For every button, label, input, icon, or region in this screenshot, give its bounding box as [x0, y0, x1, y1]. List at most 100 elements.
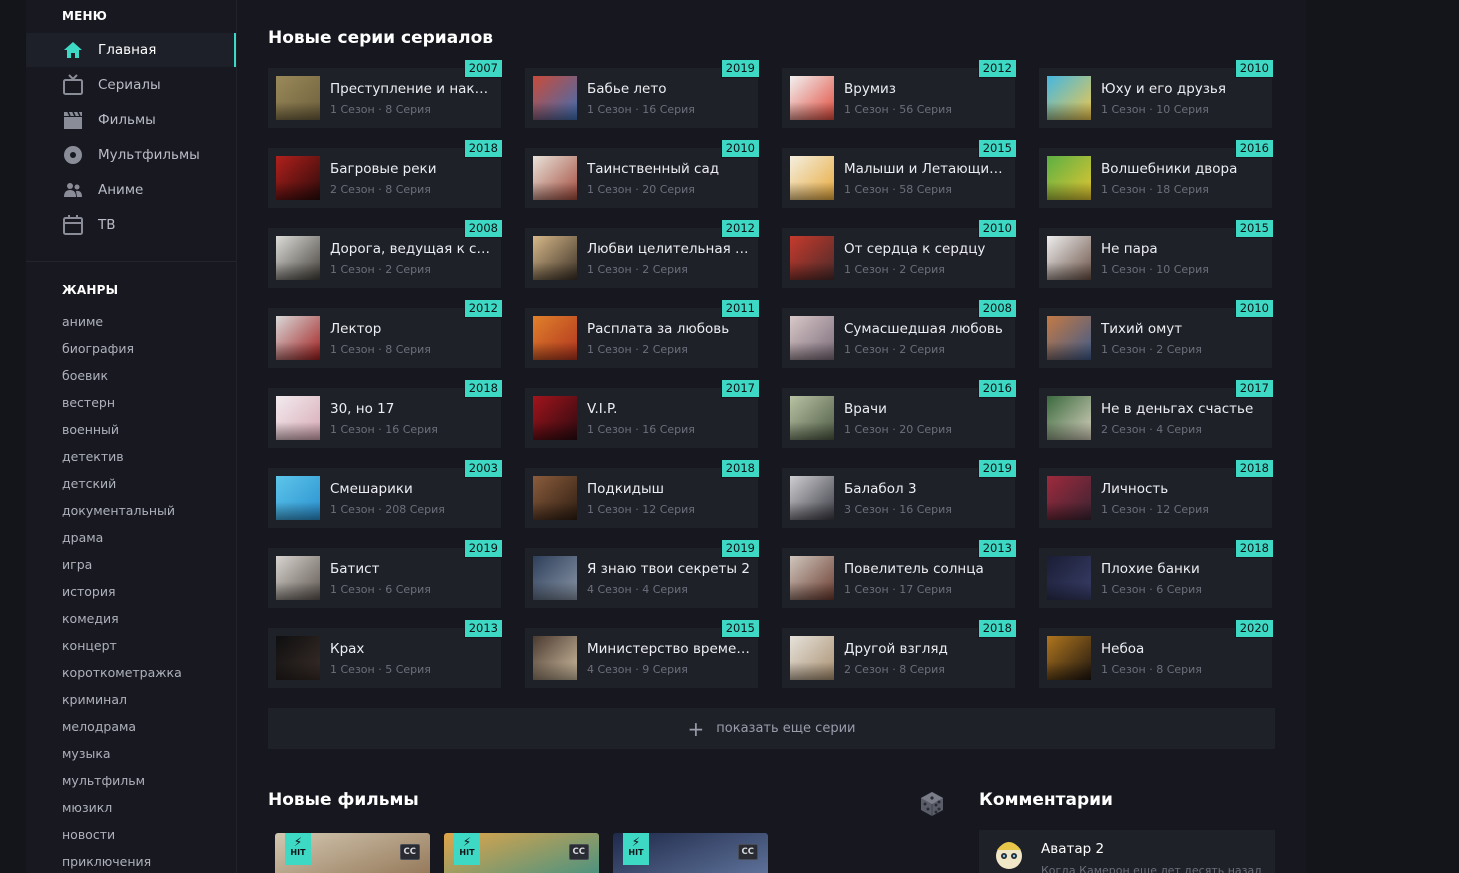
- dice-icon[interactable]: [918, 790, 946, 818]
- series-card[interactable]: Расплата за любовь 1 Сезон · 2 Серия 2011: [525, 299, 760, 368]
- menu-item-4[interactable]: Аниме: [26, 173, 236, 207]
- year-badge: 2016: [977, 379, 1017, 398]
- genres-title: ЖАНРЫ: [62, 283, 119, 297]
- year-badge: 2007: [463, 59, 503, 78]
- series-card[interactable]: Подкидыш 1 Сезон · 12 Серия 2018: [525, 459, 760, 528]
- series-card[interactable]: Батист 1 Сезон · 6 Серия 2019: [268, 539, 503, 608]
- genre-link[interactable]: драма: [26, 524, 236, 551]
- series-card[interactable]: Крах 1 Сезон · 5 Серия 2013: [268, 619, 503, 688]
- show-more-button[interactable]: + показать еще серии: [268, 708, 1275, 749]
- year-badge: 2018: [463, 139, 503, 158]
- genre-link[interactable]: детектив: [26, 443, 236, 470]
- series-card[interactable]: Повелитель солнца 1 Сезон · 17 Серия 2013: [782, 539, 1017, 608]
- series-card[interactable]: Другой взгляд 2 Сезон · 8 Серия 2018: [782, 619, 1017, 688]
- series-card[interactable]: Юху и его друзья 1 Сезон · 10 Серия 2010: [1039, 59, 1274, 128]
- year-badge: 2010: [977, 219, 1017, 238]
- genre-link[interactable]: детский: [26, 470, 236, 497]
- series-card[interactable]: Любви целительная си… 1 Сезон · 2 Серия 20…: [525, 219, 760, 288]
- series-card[interactable]: Тихий омут 1 Сезон · 2 Серия 2010: [1039, 299, 1274, 368]
- year-badge: 2010: [1234, 299, 1274, 318]
- menu-item-2[interactable]: Фильмы: [26, 103, 236, 137]
- series-card[interactable]: Небоа 1 Сезон · 8 Серия 2020: [1039, 619, 1274, 688]
- series-card[interactable]: Дорога, ведущая к сча… 1 Сезон · 2 Серия 2…: [268, 219, 503, 288]
- series-card[interactable]: V.I.P. 1 Сезон · 16 Серия 2017: [525, 379, 760, 448]
- series-title: Таинственный сад: [587, 160, 720, 177]
- genre-link[interactable]: военный: [26, 416, 236, 443]
- genre-link[interactable]: мультфильм: [26, 767, 236, 794]
- series-title: Батист: [330, 560, 380, 577]
- series-episode-info: 1 Сезон · 2 Серия: [844, 342, 945, 356]
- series-card[interactable]: Плохие банки 1 Сезон · 6 Серия 2018: [1039, 539, 1274, 608]
- series-card[interactable]: Врачи 1 Сезон · 20 Серия 2016: [782, 379, 1017, 448]
- series-grid: Преступление и наказ… 1 Сезон · 8 Серия 20…: [268, 59, 1274, 688]
- hit-badge: ⚡ HIT: [623, 833, 649, 865]
- comment-card[interactable]: Аватар 2 Когда Камерон еще лет десять на…: [979, 830, 1275, 873]
- genres-list: аниме биография боевик вестерн военный детект…: [26, 308, 236, 873]
- genre-link[interactable]: приключения: [26, 848, 236, 873]
- genre-link[interactable]: мюзикл: [26, 794, 236, 821]
- home-icon: [62, 39, 84, 61]
- genre-link[interactable]: музыка: [26, 740, 236, 767]
- genre-link[interactable]: боевик: [26, 362, 236, 389]
- genre-link[interactable]: короткометражка: [26, 659, 236, 686]
- menu-item-label: Сериалы: [98, 77, 161, 93]
- series-thumbnail: [276, 236, 320, 280]
- lightning-icon: ⚡: [631, 835, 641, 849]
- genre-link[interactable]: концерт: [26, 632, 236, 659]
- series-thumbnail: [276, 476, 320, 520]
- series-card[interactable]: Личность 1 Сезон · 12 Серия 2018: [1039, 459, 1274, 528]
- series-card[interactable]: Багровые реки 2 Сезон · 8 Серия 2018: [268, 139, 503, 208]
- series-episode-info: 1 Сезон · 56 Серия: [844, 102, 952, 116]
- series-card[interactable]: Лектор 1 Сезон · 8 Серия 2012: [268, 299, 503, 368]
- series-card[interactable]: Смешарики 1 Сезон · 208 Серия 2003: [268, 459, 503, 528]
- menu-item-3[interactable]: Мультфильмы: [26, 138, 236, 172]
- film-poster[interactable]: ⚡ HIT CC: [613, 833, 768, 873]
- genre-link[interactable]: мелодрама: [26, 713, 236, 740]
- genre-link[interactable]: документальный: [26, 497, 236, 524]
- series-card[interactable]: Бабье лето 1 Сезон · 16 Серия 2019: [525, 59, 760, 128]
- series-card[interactable]: Таинственный сад 1 Сезон · 20 Серия 2010: [525, 139, 760, 208]
- series-title: Багровые реки: [330, 160, 437, 177]
- series-card[interactable]: Волшебники двора 1 Сезон · 18 Серия 2016: [1039, 139, 1274, 208]
- series-episode-info: 3 Сезон · 16 Серия: [844, 502, 952, 516]
- menu-item-1[interactable]: Сериалы: [26, 68, 236, 102]
- series-thumbnail: [533, 636, 577, 680]
- genre-link[interactable]: криминал: [26, 686, 236, 713]
- genre-link[interactable]: игра: [26, 551, 236, 578]
- film-poster[interactable]: ⚡ HIT CC: [275, 833, 430, 873]
- genre-link[interactable]: новости: [26, 821, 236, 848]
- menu-item-5[interactable]: ТВ: [26, 208, 236, 242]
- film-poster[interactable]: ⚡ HIT CC: [444, 833, 599, 873]
- series-thumbnail: [1047, 236, 1091, 280]
- genre-link[interactable]: биография: [26, 335, 236, 362]
- series-card[interactable]: Министерство времени 4 Сезон · 9 Серия 201…: [525, 619, 760, 688]
- menu: Главная Сериалы Фильмы Мультфильмы Аниме ТВ: [26, 33, 236, 242]
- people-icon: [62, 179, 84, 201]
- genre-link[interactable]: аниме: [26, 308, 236, 335]
- series-card[interactable]: Я знаю твои секреты 2 4 Сезон · 4 Серия 20…: [525, 539, 760, 608]
- series-thumbnail: [533, 556, 577, 600]
- genre-link[interactable]: вестерн: [26, 389, 236, 416]
- series-card[interactable]: Врумиз 1 Сезон · 56 Серия 2012: [782, 59, 1017, 128]
- menu-item-label: Фильмы: [98, 112, 156, 128]
- year-badge: 2016: [1234, 139, 1274, 158]
- year-badge: 2011: [720, 299, 760, 318]
- series-card[interactable]: Преступление и наказ… 1 Сезон · 8 Серия 20…: [268, 59, 503, 128]
- series-card[interactable]: Малыши и Летающие … 1 Сезон · 58 Серия 201…: [782, 139, 1017, 208]
- series-episode-info: 4 Сезон · 9 Серия: [587, 662, 688, 676]
- series-title: Я знаю твои секреты 2: [587, 560, 750, 577]
- genre-link[interactable]: история: [26, 578, 236, 605]
- series-card[interactable]: Не пара 1 Сезон · 10 Серия 2015: [1039, 219, 1274, 288]
- series-episode-info: 1 Сезон · 2 Серия: [587, 262, 688, 276]
- series-card[interactable]: Не в деньгах счастье 2 Сезон · 4 Серия 201…: [1039, 379, 1274, 448]
- series-card[interactable]: Балабол 3 3 Сезон · 16 Серия 2019: [782, 459, 1017, 528]
- series-title: Плохие банки: [1101, 560, 1200, 577]
- cc-badge: CC: [399, 844, 420, 860]
- series-card[interactable]: От сердца к сердцу 1 Сезон · 2 Серия 2010: [782, 219, 1017, 288]
- menu-item-0[interactable]: Главная: [26, 33, 236, 67]
- series-card[interactable]: 30, но 17 1 Сезон · 16 Серия 2018: [268, 379, 503, 448]
- series-card[interactable]: Сумасшедшая любовь 1 Сезон · 2 Серия 2008: [782, 299, 1017, 368]
- series-title: Лектор: [330, 320, 382, 337]
- series-thumbnail: [1047, 156, 1091, 200]
- genre-link[interactable]: комедия: [26, 605, 236, 632]
